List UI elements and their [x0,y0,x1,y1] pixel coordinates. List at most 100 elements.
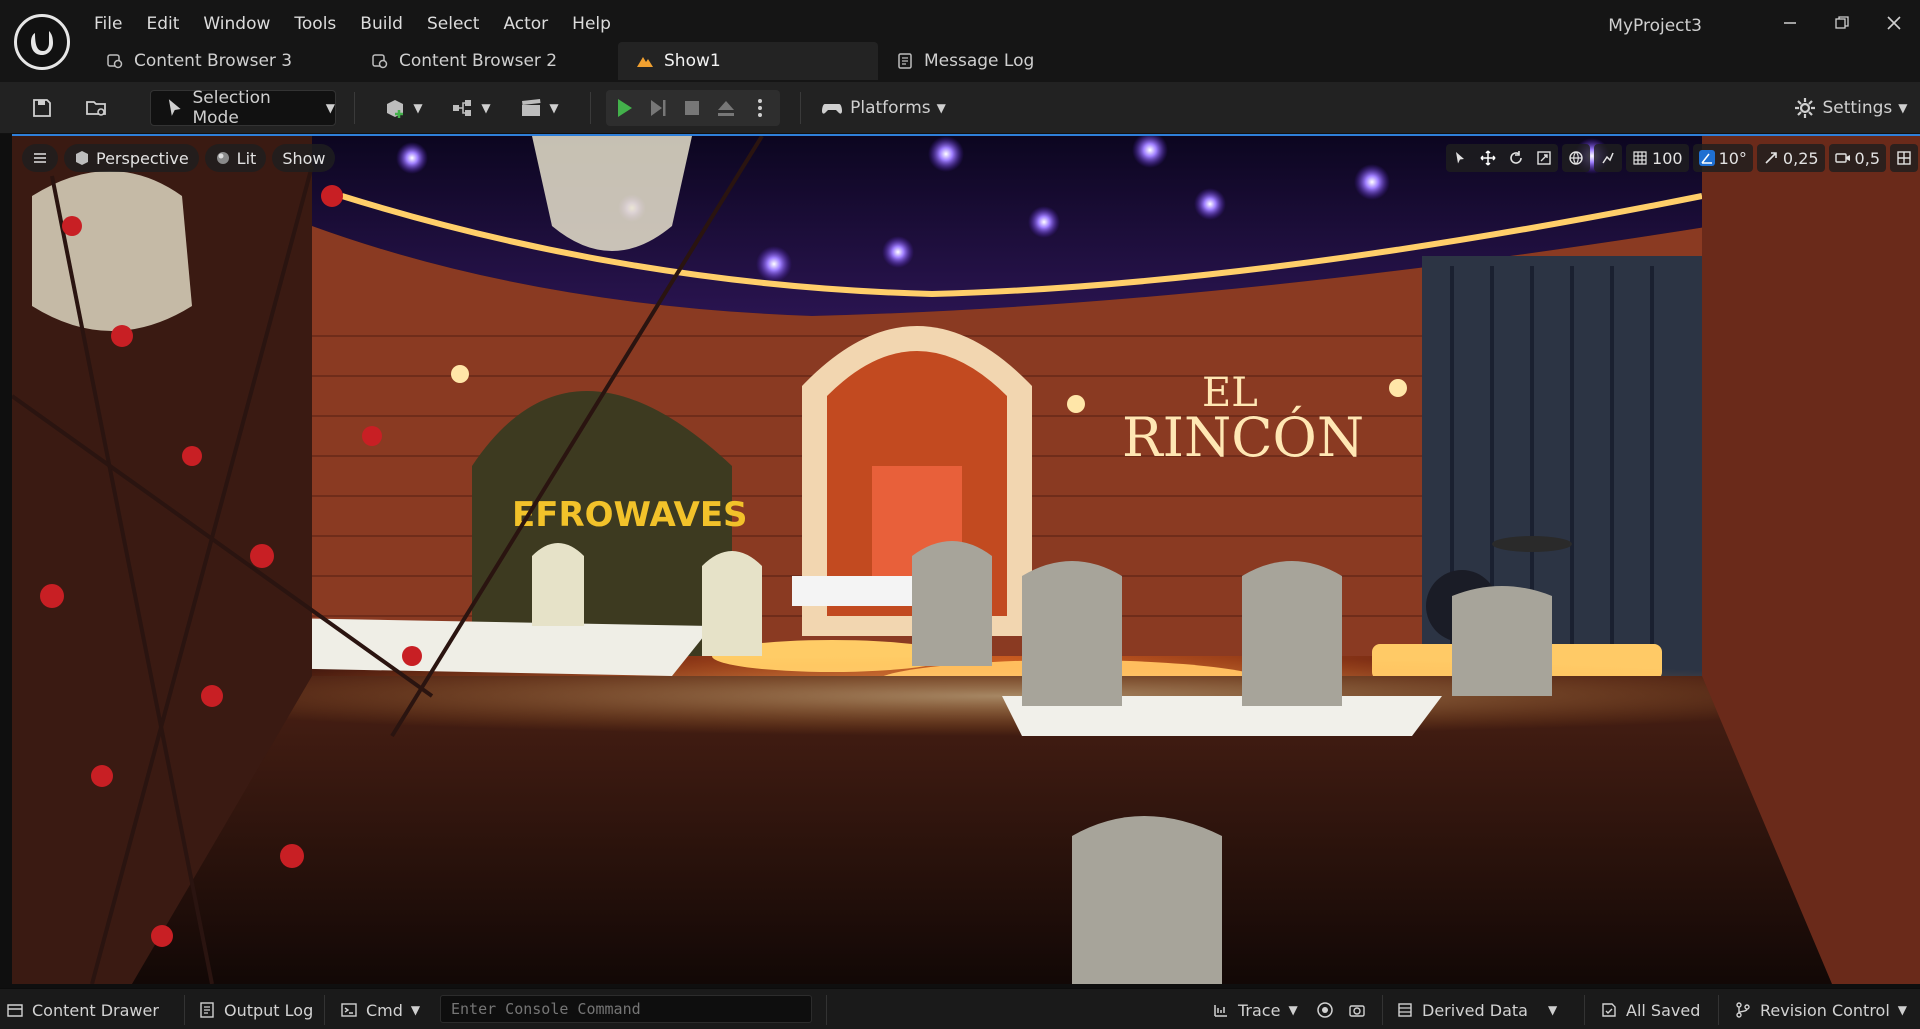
scale-icon [1537,151,1551,165]
output-log-label: Output Log [224,1000,314,1020]
content-drawer-icon [7,1004,23,1017]
camera-icon [1349,1005,1365,1017]
message-log-icon [898,53,912,69]
save-button[interactable] [24,90,60,126]
content-browser-icon [372,54,388,69]
tab-message-log[interactable]: Message Log [878,42,1052,80]
menu-actor[interactable]: Actor [491,10,560,38]
sign-text-line2: RINCÓN [1122,405,1364,469]
chevron-down-icon: ▼ [549,101,559,115]
cmd-dropdown[interactable]: Cmd ▼ [340,995,420,1025]
tab-show1-level[interactable]: Show1 [618,42,878,80]
console-command-input[interactable] [440,995,812,1023]
chevron-down-icon: ▼ [410,1003,421,1017]
menu-tools[interactable]: Tools [282,10,348,38]
view-mode-button[interactable]: Lit [204,144,267,172]
saved-check-icon [1602,1003,1616,1017]
window-controls [1764,6,1920,40]
content-drawer-button[interactable]: Content Drawer [6,995,159,1025]
cursor-icon [168,99,181,116]
restore-button[interactable] [1816,6,1868,40]
menu-file[interactable]: File [82,10,134,38]
cmd-label: Cmd [366,1000,403,1020]
stop-icon[interactable] [680,96,704,120]
main-toolbar: Selection Mode ▼ ▼ ▼ ▼ Platforms ▼ Setti… [0,82,1920,134]
chevron-down-icon: ▼ [1897,1003,1908,1017]
chevron-down-icon: ▼ [1547,1003,1558,1017]
menu-build[interactable]: Build [348,10,415,38]
chevron-down-icon: ▼ [1288,1003,1298,1017]
play-icon[interactable] [612,96,636,120]
trace-snapshot-button[interactable] [1348,995,1366,1025]
menu-window[interactable]: Window [191,10,282,38]
revision-control-dropdown[interactable]: Revision Control ▼ [1734,995,1907,1025]
title-bar: File Edit Window Tools Build Select Acto… [0,0,1920,82]
view-mode-label: Lit [236,148,257,168]
save-icon [33,99,51,117]
platforms-dropdown[interactable]: Platforms ▼ [820,90,946,126]
derived-data-dropdown[interactable]: Derived Data ▼ [1396,995,1557,1025]
menu-edit[interactable]: Edit [134,10,191,38]
show-label: Show [282,148,326,168]
rotate-mode-button[interactable] [1502,144,1530,172]
rendered-scene-image: EFROWAVES EL RINCÓN [12,136,1920,984]
all-saved-label: All Saved [1626,1000,1701,1020]
content-browser-icon [107,54,123,69]
tab-content-browser-2[interactable]: Content Browser 2 [353,42,618,80]
grid-size-value: 100 [1652,148,1683,168]
menu-select[interactable]: Select [415,10,491,38]
chevron-down-icon: ▼ [1898,101,1908,115]
browse-content-button[interactable] [78,90,114,126]
menu-help[interactable]: Help [560,10,623,38]
trace-dropdown[interactable]: Trace ▼ [1212,995,1298,1025]
blueprint-button[interactable]: ▼ [446,90,496,126]
camera-icon [1834,153,1850,163]
project-title: MyProject3 [1608,16,1702,36]
perspective-button[interactable]: Perspective [64,144,199,172]
cube-icon [76,151,88,165]
settings-dropdown[interactable]: Settings ▼ [1790,90,1910,126]
surface-snap-button[interactable] [1594,144,1623,172]
trace-record-button[interactable] [1316,995,1334,1025]
add-actor-button[interactable]: ▼ [378,90,428,126]
scale-snap-icon [1765,152,1777,164]
viewport-menu-button[interactable] [22,144,58,172]
trace-icon [1214,1005,1227,1017]
eject-icon[interactable] [714,96,738,120]
selection-mode-dropdown[interactable]: Selection Mode ▼ [150,88,336,128]
close-button[interactable] [1868,6,1920,40]
settings-label: Settings [1822,98,1893,118]
toolbar-divider [354,92,355,124]
tab-label: Content Browser 3 [134,51,293,71]
translate-mode-button[interactable] [1474,144,1502,172]
blueprint-icon [453,100,472,116]
tab-content-browser-3[interactable]: Content Browser 3 [88,42,353,80]
level-viewport[interactable]: EFROWAVES EL RINCÓN Perspective Lit Show… [12,136,1920,984]
cinematics-button[interactable]: ▼ [514,90,564,126]
viewport-layout-button[interactable] [1890,144,1918,172]
toolbar-divider [800,92,801,124]
menu-bar: File Edit Window Tools Build Select Acto… [82,10,623,38]
minimize-button[interactable] [1764,6,1816,40]
show-flags-button[interactable]: Show [272,144,336,172]
unreal-logo-icon[interactable] [14,14,70,70]
scale-snap-value: 0,25 [1782,148,1819,168]
statusbar-divider [184,995,185,1025]
select-mode-button[interactable] [1446,144,1474,172]
coordinate-system-button[interactable] [1562,144,1591,172]
clapperboard-icon [522,99,541,116]
statusbar-divider [324,995,325,1025]
grid-snap-button[interactable]: 100 [1626,144,1689,172]
scale-mode-button[interactable] [1530,144,1558,172]
all-saved-button[interactable]: All Saved [1600,995,1700,1025]
output-log-button[interactable]: Output Log [198,995,313,1025]
camera-speed-button[interactable]: 0,5 [1828,144,1886,172]
more-options-icon[interactable] [748,96,772,120]
rotation-snap-button[interactable]: 10° [1692,144,1753,172]
document-tabs: Content Browser 3 Content Browser 2 Show… [88,42,1052,80]
branch-icon [1736,1002,1750,1018]
skip-frame-icon[interactable] [646,96,670,120]
statusbar-divider [1584,995,1585,1025]
statusbar-divider [1382,995,1383,1025]
scale-snap-button[interactable]: 0,25 [1756,144,1825,172]
